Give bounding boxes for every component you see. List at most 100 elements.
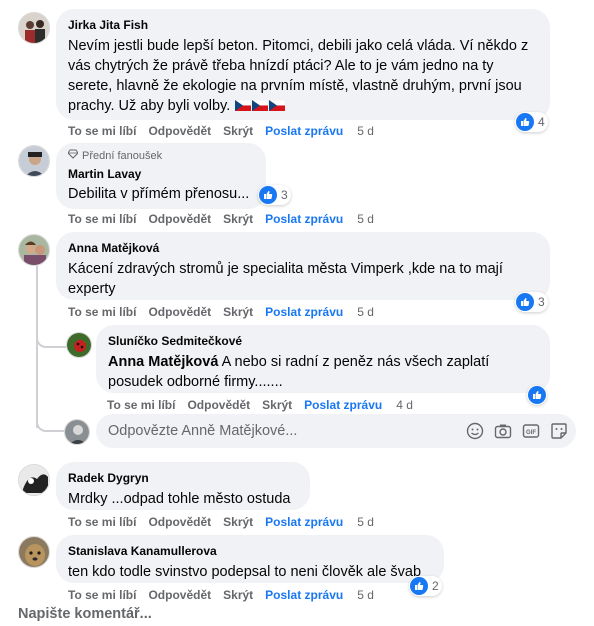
send-message-button[interactable]: Poslat zprávu xyxy=(265,124,343,138)
comment-actions: To se mi líbí Odpovědět Skrýt Poslat zprávu… xyxy=(68,588,386,602)
thread-branch xyxy=(36,418,66,432)
reply-button[interactable]: Odpovědět xyxy=(148,124,211,138)
reaction-number: 3 xyxy=(281,188,288,202)
comment-bubble: Radek Dygryn Mrdky ...odpad tohle město … xyxy=(56,462,310,510)
timestamp[interactable]: 5 d xyxy=(357,212,374,226)
avatar-photo xyxy=(19,13,49,43)
czech-flag-icon xyxy=(234,98,286,114)
avatar[interactable] xyxy=(66,332,92,358)
reply-placeholder: Odpovězte Anně Matějkové... xyxy=(108,423,298,439)
avatar[interactable] xyxy=(18,536,50,568)
like-button[interactable]: To se mi líbí xyxy=(68,124,136,138)
comment-text-body: Nevím jestli bude lepší beton. Pitomci, … xyxy=(68,38,529,114)
reply-actions: To se mi líbí Odpovědět Skrýt Poslat zprávu… xyxy=(107,398,425,412)
avatar-photo xyxy=(19,465,49,495)
hide-button[interactable]: Skrýt xyxy=(223,305,253,319)
like-button[interactable]: To se mi líbí xyxy=(68,305,136,319)
svg-text:GIF: GIF xyxy=(526,430,536,436)
timestamp[interactable]: 5 d xyxy=(357,305,374,319)
comment-actions: To se mi líbí Odpovědět Skrýt Poslat zprávu… xyxy=(68,515,386,529)
hide-button[interactable]: Skrýt xyxy=(223,588,253,602)
thread-branch xyxy=(36,334,66,348)
timestamp[interactable]: 5 d xyxy=(357,515,374,529)
reply-text: Anna Matějková A nebo si radní z peněz n… xyxy=(108,352,538,392)
avatar[interactable] xyxy=(18,12,50,44)
comment-actions: To se mi líbí Odpovědět Skrýt Poslat zprávu… xyxy=(68,124,386,138)
reaction-count[interactable]: 3 xyxy=(258,185,291,205)
thumbs-up-icon xyxy=(410,577,428,595)
thumbs-up-icon xyxy=(516,113,534,131)
comment-actions: To se mi líbí Odpovědět Skrýt Poslat zprávu… xyxy=(68,305,386,319)
reaction-number: 4 xyxy=(538,115,545,129)
avatar-photo xyxy=(67,333,91,357)
hide-button[interactable]: Skrýt xyxy=(223,515,253,529)
sticker-icon[interactable] xyxy=(550,422,568,440)
avatar-photo xyxy=(19,235,49,265)
comment-text: Mrdky ...odpad tohle město ostuda xyxy=(68,491,291,507)
thumbs-up-icon xyxy=(528,386,546,404)
send-message-button[interactable]: Poslat zprávu xyxy=(265,305,343,319)
avatar[interactable] xyxy=(18,464,50,496)
timestamp[interactable]: 5 d xyxy=(357,124,374,138)
reply-button[interactable]: Odpovědět xyxy=(148,305,211,319)
send-message-button[interactable]: Poslat zprávu xyxy=(265,515,343,529)
badge-label: Přední fanoušek xyxy=(82,150,163,162)
hide-button[interactable]: Skrýt xyxy=(223,124,253,138)
timestamp[interactable]: 4 d xyxy=(396,398,413,412)
comment-author[interactable]: Jirka Jita Fish xyxy=(68,17,538,33)
reply-button[interactable]: Odpovědět xyxy=(148,588,211,602)
emoji-icon[interactable] xyxy=(466,422,484,440)
thread-line xyxy=(36,266,38,428)
write-comment-link[interactable]: Napište komentář... xyxy=(18,606,152,622)
thumbs-up-icon xyxy=(516,293,534,311)
current-user-avatar xyxy=(64,419,90,445)
comment-bubble: Anna Matějková Kácení zdravých stromů je… xyxy=(56,232,550,300)
hide-button[interactable]: Skrýt xyxy=(262,398,292,412)
comment-bubble: Jirka Jita Fish Nevím jestli bude lepší … xyxy=(56,9,550,120)
comment-text: Kácení zdravých stromů je specialita měs… xyxy=(68,261,503,297)
diamond-icon xyxy=(67,149,79,163)
like-button[interactable]: To se mi líbí xyxy=(68,515,136,529)
camera-icon[interactable] xyxy=(494,422,512,440)
reaction-count[interactable]: 2 xyxy=(409,576,442,596)
avatar-photo xyxy=(19,537,49,567)
comment-author[interactable]: Martin Lavay xyxy=(68,166,254,182)
like-button[interactable]: To se mi líbí xyxy=(68,212,136,226)
like-button[interactable]: To se mi líbí xyxy=(107,398,175,412)
reaction-count[interactable]: 3 xyxy=(515,292,548,312)
comment-text: Nevím jestli bude lepší beton. Pitomci, … xyxy=(68,36,538,116)
comment-author[interactable]: Stanislava Kanamullerova xyxy=(68,543,432,559)
reply-button[interactable]: Odpovědět xyxy=(148,212,211,226)
reaction-count[interactable] xyxy=(527,385,547,405)
reaction-number: 3 xyxy=(538,295,545,309)
send-message-button[interactable]: Poslat zprávu xyxy=(265,212,343,226)
thumbs-up-icon xyxy=(259,186,277,204)
avatar-photo xyxy=(19,146,49,176)
timestamp[interactable]: 5 d xyxy=(357,588,374,602)
avatar[interactable] xyxy=(18,145,50,177)
input-tools: GIF xyxy=(456,422,568,440)
send-message-button[interactable]: Poslat zprávu xyxy=(304,398,382,412)
avatar-photo xyxy=(65,420,89,444)
comment-text: Debilita v přímém přenosu... xyxy=(68,186,250,202)
comment-author[interactable]: Anna Matějková xyxy=(68,240,538,256)
send-message-button[interactable]: Poslat zprávu xyxy=(265,588,343,602)
gif-icon[interactable]: GIF xyxy=(522,422,540,440)
comment-bubble: Stanislava Kanamullerova ten kdo todle s… xyxy=(56,535,444,583)
reply-input[interactable]: Odpovězte Anně Matějkové... GIF xyxy=(96,414,576,448)
comment-bubble: Přední fanoušek Martin Lavay Debilita v … xyxy=(56,143,266,209)
reply-bubble: Sluníčko Sedmitečkové Anna Matějková A n… xyxy=(96,325,550,393)
hide-button[interactable]: Skrýt xyxy=(223,212,253,226)
reaction-count[interactable]: 4 xyxy=(515,112,548,132)
top-fan-badge: Přední fanoušek xyxy=(67,149,254,163)
comment-actions: To se mi líbí Odpovědět Skrýt Poslat zprávu… xyxy=(68,212,386,226)
reply-button[interactable]: Odpovědět xyxy=(187,398,250,412)
reply-button[interactable]: Odpovědět xyxy=(148,515,211,529)
reaction-number: 2 xyxy=(432,579,439,593)
avatar[interactable] xyxy=(18,234,50,266)
comment-text: ten kdo todle svinstvo podepsal to neni … xyxy=(68,564,422,580)
like-button[interactable]: To se mi líbí xyxy=(68,588,136,602)
comment-author[interactable]: Radek Dygryn xyxy=(68,470,298,486)
reply-author[interactable]: Sluníčko Sedmitečkové xyxy=(108,333,538,349)
mention-link[interactable]: Anna Matějková xyxy=(108,354,218,370)
